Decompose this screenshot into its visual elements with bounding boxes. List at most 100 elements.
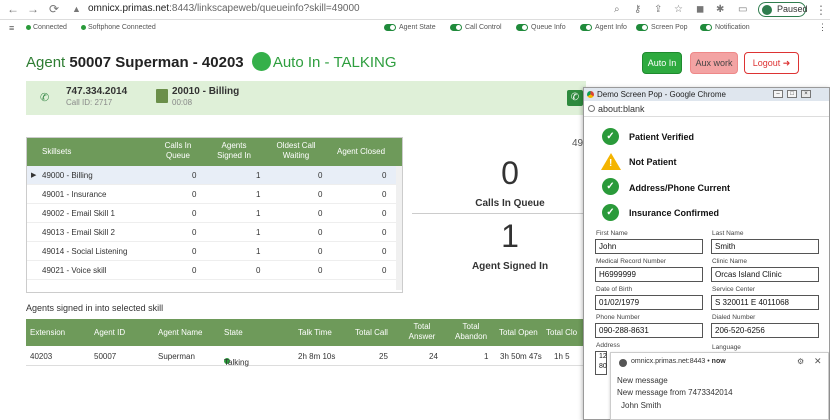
check-icon: ✓ [602, 204, 619, 221]
first-name-field[interactable]: John [595, 239, 703, 254]
gear-icon[interactable]: ⚙ [797, 357, 804, 366]
col-oldest-call: Oldest Call Waiting [276, 141, 316, 160]
toggle-call-control[interactable] [450, 24, 462, 31]
col-talk-time: Talk Time [298, 328, 332, 337]
col-total-open: Total Open [499, 328, 538, 337]
agent-activity: - TALKING [324, 54, 397, 71]
mrn-field[interactable]: H6999999 [595, 267, 703, 282]
agents-signed-label: Agent Signed In [471, 261, 549, 272]
extension-icon[interactable]: ◼ [696, 4, 704, 15]
skill-signed: 1 [256, 190, 261, 199]
zoom-icon[interactable]: ⌕ [614, 4, 620, 15]
skill-name: 49001 - Insurance [42, 190, 107, 199]
sidepanel-icon[interactable]: ▭ [738, 4, 747, 15]
puzzle-icon[interactable]: ✱ [716, 4, 724, 15]
skill-queue: 0 [192, 209, 197, 218]
warning-exclaim-icon: ! [609, 158, 613, 169]
col-skillsets: Skillsets [42, 147, 72, 156]
address-field[interactable]: 12 80 [595, 351, 607, 375]
reload-icon[interactable]: ⟳ [49, 2, 59, 16]
skill-row[interactable]: 49014 - Social Listening 0 1 0 0 [26, 242, 403, 261]
skill-queue: 0 [192, 171, 197, 180]
dob-label: Date of Birth [596, 286, 633, 293]
browser-menu-icon[interactable]: ⋮ [815, 3, 827, 17]
close-icon[interactable]: ✕ [814, 356, 822, 367]
chrome-logo-icon [587, 91, 594, 98]
skillsets-scrollbar[interactable] [396, 166, 403, 290]
dialed-field[interactable]: 206-520-6256 [711, 323, 819, 338]
skill-row[interactable]: 49013 - Email Skill 2 0 1 0 0 [26, 223, 403, 242]
forward-icon[interactable]: → [27, 2, 39, 16]
back-icon[interactable]: ← [7, 2, 19, 16]
aux-work-button[interactable]: Aux work [690, 52, 738, 74]
calls-in-queue-value: 0 [501, 155, 519, 191]
toggle-agent-state[interactable] [384, 24, 396, 31]
profile-paused-button[interactable]: Paused [758, 2, 808, 17]
toggle-call-control-label: Call Control [465, 24, 502, 31]
last-name-field[interactable]: Smith [711, 239, 819, 254]
share-icon[interactable]: ⇪ [654, 4, 662, 15]
skill-closed: 0 [382, 209, 387, 218]
service-center-field[interactable]: S 320011 E 4011068 [711, 295, 819, 310]
popup-title: Demo Screen Pop - Google Chrome [597, 90, 726, 99]
table-row[interactable]: 40203 50007 Superman Talking 2h 8m 10s 2… [26, 346, 586, 367]
phone-field[interactable]: 090-288-8631 [595, 323, 703, 338]
agent-label: Agent [26, 54, 66, 71]
auto-in-button[interactable]: Auto In [642, 52, 682, 74]
stats-divider [412, 213, 584, 214]
toggle-agent-info[interactable] [580, 24, 592, 31]
logout-label: Logout [752, 58, 781, 68]
skill-queue: 0 [192, 190, 197, 199]
toggle-screen-pop[interactable] [636, 24, 648, 31]
address-bar[interactable]: omnicx.primas.net:8443/linkscapeweb/queu… [88, 3, 360, 14]
dob-field[interactable]: 01/02/1979 [595, 295, 703, 310]
browser-notification[interactable]: omnicx.primas.net:8443 • now ⚙ ✕ New mes… [610, 352, 829, 420]
skill-signed: 1 [256, 228, 261, 237]
row-total-open: 3h 50m 47s [500, 352, 542, 361]
notification-source: omnicx.primas.net:8443 • now [631, 358, 726, 365]
skill-queue: 0 [192, 266, 197, 275]
phone-label: Phone Number [596, 314, 640, 321]
close-icon[interactable]: × [801, 90, 811, 98]
notification-title: New message [617, 376, 668, 385]
popup-address-bar[interactable]: about:blank [584, 101, 829, 117]
agents-table-header: Extension Agent ID Agent Name State Talk… [26, 319, 586, 346]
logout-button[interactable]: Logout ➜ [744, 52, 799, 74]
phone-icon: ✆ [40, 92, 50, 104]
skill-oldest: 0 [318, 209, 323, 218]
clinic-label: Clinic Name [712, 258, 748, 265]
maximize-icon[interactable]: □ [787, 90, 797, 98]
row-total-call: 25 [379, 352, 388, 361]
toggle-queue-info[interactable] [516, 24, 528, 31]
skill-signed: 0 [256, 266, 261, 275]
col-total-abandon: Total Abandon [454, 322, 488, 341]
col-agents-signed-in: Agents Signed In [217, 141, 251, 160]
notification-time: now [711, 358, 726, 365]
skill-queue: 0 [192, 247, 197, 256]
col-agent-closed: Agent Closed [336, 147, 386, 156]
skill-row[interactable]: ▶ 49000 - Billing 0 1 0 0 [26, 166, 403, 185]
skill-row[interactable]: 49021 - Voice skill 0 0 0 0 [26, 261, 403, 280]
clinic-field[interactable]: Orcas Island Clinic [711, 267, 819, 282]
info-icon [588, 105, 595, 112]
row-total-abandon: 1 [484, 352, 489, 361]
skill-row[interactable]: 49002 - Email Skill 1 0 1 0 0 [26, 204, 403, 223]
agents-section-title: Agents signed in into selected skill [26, 303, 164, 313]
row-total-answer: 24 [429, 352, 438, 361]
call-control-phone-icon[interactable]: ✆ [567, 90, 583, 106]
hamburger-menu-icon[interactable]: ≡ [9, 23, 14, 33]
key-icon[interactable]: ⚷ [634, 4, 641, 15]
bookmark-star-icon[interactable]: ☆ [674, 4, 683, 15]
skill-closed: 0 [382, 266, 387, 275]
skill-oldest: 0 [318, 171, 323, 180]
row-talk-time: 2h 8m 10s [298, 352, 336, 361]
verification-label: Insurance Confirmed [629, 208, 720, 218]
skill-row[interactable]: 49001 - Insurance 0 1 0 0 [26, 185, 403, 204]
toggle-notification[interactable] [700, 24, 712, 31]
status-menu-icon[interactable]: ⋮ [818, 22, 827, 33]
status-strip: ≡ Connected Softphone Connected Agent St… [0, 21, 830, 35]
calls-in-queue-label: Calls In Queue [475, 198, 545, 209]
skill-closed: 0 [382, 247, 387, 256]
insecure-icon[interactable]: ▲ [72, 4, 81, 14]
minimize-icon[interactable]: – [773, 90, 783, 98]
